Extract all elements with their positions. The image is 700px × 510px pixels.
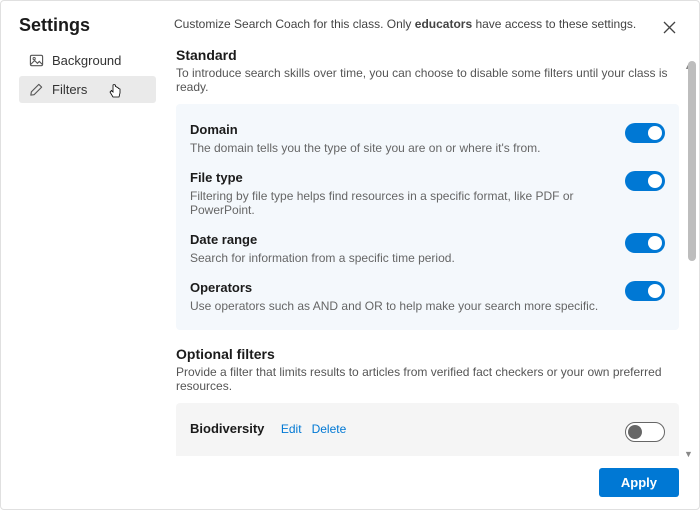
sidebar-item-filters[interactable]: Filters	[19, 76, 156, 103]
cursor-pointer-icon	[107, 82, 125, 100]
edit-link[interactable]: Edit	[281, 422, 302, 436]
filter-name: Biodiversity	[190, 421, 264, 436]
filter-name: File type	[190, 170, 243, 185]
settings-dialog: Settings Customize Search Coach for this…	[0, 0, 700, 510]
filter-row-domain: Domain The domain tells you the type of …	[190, 114, 665, 162]
filter-row-file-type: File type Filtering by file type helps f…	[190, 162, 665, 224]
close-button[interactable]	[657, 15, 681, 39]
sidebar-item-background[interactable]: Background	[19, 47, 156, 74]
optional-section-title: Optional filters	[176, 346, 679, 362]
filter-desc: Use operators such as AND and OR to help…	[190, 299, 625, 313]
pencil-icon	[29, 82, 44, 97]
apply-button[interactable]: Apply	[599, 468, 679, 497]
standard-section-title: Standard	[176, 47, 679, 63]
sidebar-item-label: Background	[52, 53, 121, 68]
filter-name: Domain	[190, 122, 238, 137]
page-subtitle: Customize Search Coach for this class. O…	[174, 15, 657, 31]
standard-filters-card: Domain The domain tells you the type of …	[176, 104, 679, 330]
dialog-header: Settings Customize Search Coach for this…	[1, 1, 699, 47]
scrollbar-thumb[interactable]	[688, 61, 696, 261]
filter-row-date-range: Date range Search for information from a…	[190, 224, 665, 272]
scroll-down-icon[interactable]: ▼	[684, 449, 692, 456]
toggle-file-type[interactable]	[625, 171, 665, 191]
toggle-date-range[interactable]	[625, 233, 665, 253]
optional-filters-card: Biodiversity Edit Delete Fact check Edit	[176, 403, 679, 456]
optional-section-desc: Provide a filter that limits results to …	[176, 365, 679, 393]
filter-row-biodiversity: Biodiversity Edit Delete	[190, 413, 665, 449]
filter-name: Operators	[190, 280, 252, 295]
filter-desc: Filtering by file type helps find resour…	[190, 189, 625, 217]
page-title: Settings	[19, 15, 174, 36]
image-icon	[29, 53, 44, 68]
toggle-biodiversity[interactable]	[625, 422, 665, 442]
dialog-body: Background Filters Standard To introduce…	[1, 47, 699, 456]
standard-section-desc: To introduce search skills over time, yo…	[176, 66, 679, 94]
dialog-footer: Apply	[1, 456, 699, 509]
filter-desc: The domain tells you the type of site yo…	[190, 141, 625, 155]
filter-row-operators: Operators Use operators such as AND and …	[190, 272, 665, 320]
scrollbar[interactable]: ▲ ▼	[688, 61, 696, 456]
main-content[interactable]: Standard To introduce search skills over…	[156, 47, 699, 456]
filter-name: Date range	[190, 232, 257, 247]
sidebar: Background Filters	[1, 47, 156, 456]
filter-desc: Search for information from a specific t…	[190, 251, 625, 265]
close-icon	[663, 21, 676, 34]
delete-link[interactable]: Delete	[312, 422, 347, 436]
toggle-domain[interactable]	[625, 123, 665, 143]
sidebar-item-label: Filters	[52, 82, 87, 97]
filter-row-fact-check: Fact check Edit Discover what profession…	[190, 449, 665, 456]
toggle-operators[interactable]	[625, 281, 665, 301]
